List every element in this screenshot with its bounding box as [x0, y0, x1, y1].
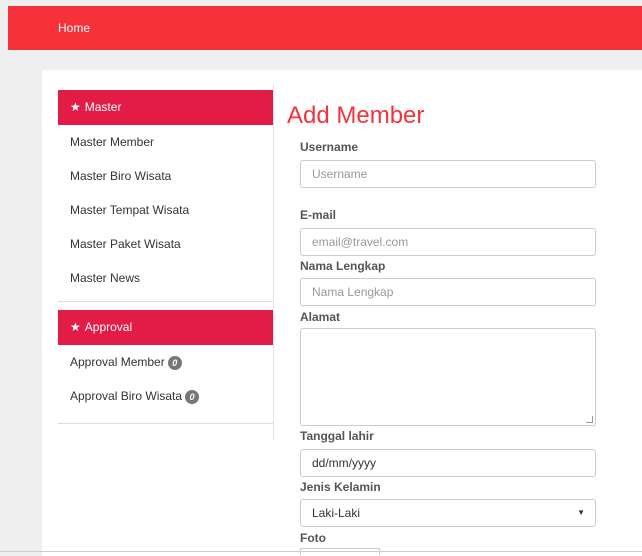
nama-lengkap-input[interactable]: Nama Lengkap: [300, 278, 596, 306]
sidebar: ★ Master Master Member Master Biro Wisata…: [58, 90, 273, 424]
caret-down-icon: ▼: [577, 508, 585, 517]
sidebar-item-master-tempat-wisata[interactable]: Master Tempat Wisata: [58, 193, 273, 227]
sidebar-heading-master[interactable]: ★ Master: [58, 90, 273, 125]
bottom-divider: [0, 551, 642, 552]
alamat-label: Alamat: [300, 310, 341, 324]
tanggal-lahir-input[interactable]: dd/mm/yyyy: [300, 449, 596, 477]
email-input[interactable]: email@travel.com: [300, 228, 596, 256]
sidebar-item-master-news[interactable]: Master News: [58, 261, 273, 295]
tanggal-lahir-label: Tanggal lahir: [300, 429, 374, 443]
username-placeholder: Username: [312, 167, 368, 181]
sidebar-item-label: Approval Member: [70, 355, 165, 369]
tanggal-lahir-placeholder: dd/mm/yyyy: [312, 456, 377, 470]
star-icon: ★: [70, 100, 81, 114]
foto-label: Foto: [300, 531, 326, 545]
nama-lengkap-label: Nama Lengkap: [300, 259, 386, 273]
email-placeholder: email@travel.com: [312, 235, 409, 249]
sidebar-item-approval-biro-wisata[interactable]: Approval Biro Wisata 0: [58, 379, 273, 413]
jenis-kelamin-label: Jenis Kelamin: [300, 480, 381, 494]
email-label: E-mail: [300, 208, 337, 222]
sidebar-item-master-paket-wisata[interactable]: Master Paket Wisata: [58, 227, 273, 261]
sidebar-item-label: Approval Biro Wisata: [70, 389, 183, 403]
sidebar-heading-approval-label: Approval: [84, 320, 133, 334]
top-navbar: Home: [8, 6, 642, 50]
resize-grip-icon[interactable]: [586, 416, 593, 423]
username-label: Username: [300, 140, 359, 154]
count-badge: 0: [167, 355, 182, 370]
alamat-textarea[interactable]: [300, 328, 596, 426]
page-title: Add Member: [287, 102, 425, 129]
sidebar-heading-approval[interactable]: ★ Approval: [58, 310, 273, 345]
column-divider: [273, 84, 274, 440]
star-icon: ★: [70, 320, 81, 334]
jenis-kelamin-select[interactable]: Laki-Laki ▼: [300, 499, 596, 527]
sidebar-item-approval-member[interactable]: Approval Member 0: [58, 345, 273, 379]
nama-lengkap-placeholder: Nama Lengkap: [312, 285, 394, 299]
sidebar-divider: [58, 295, 273, 302]
sidebar-divider: [58, 413, 273, 424]
sidebar-item-master-member[interactable]: Master Member: [58, 125, 273, 159]
sidebar-item-master-biro-wisata[interactable]: Master Biro Wisata: [58, 159, 273, 193]
jenis-kelamin-value: Laki-Laki: [312, 506, 361, 520]
username-input[interactable]: Username: [300, 160, 596, 188]
count-badge: 0: [185, 389, 200, 404]
nav-home-link[interactable]: Home: [58, 6, 90, 50]
sidebar-heading-master-label: Master: [84, 100, 122, 114]
